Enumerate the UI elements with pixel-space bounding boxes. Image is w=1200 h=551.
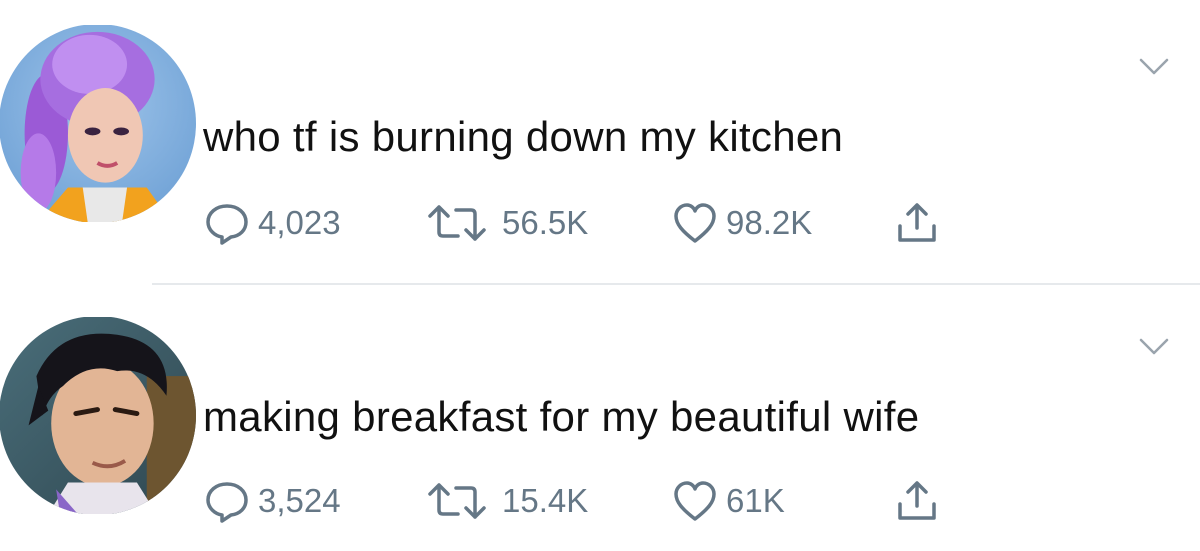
share-icon	[898, 203, 936, 242]
share-button[interactable]	[894, 476, 940, 526]
tweet: making breakfast for my beautiful wife 3…	[0, 276, 1200, 551]
heart-icon	[674, 203, 716, 243]
like-count: 98.2K	[726, 204, 813, 241]
dark-hair-avatar-image	[0, 317, 196, 514]
retweet-count: 15.4K	[502, 482, 589, 519]
tweet-text: who tf is burning down my kitchen	[203, 113, 844, 160]
avatar[interactable]	[0, 316, 196, 515]
retweet-icon	[428, 483, 486, 519]
like-button[interactable]: 61K	[672, 476, 785, 526]
like-button[interactable]: 98.2K	[672, 198, 812, 248]
share-button[interactable]	[894, 198, 940, 248]
tweet-text: making breakfast for my beautiful wife	[203, 393, 920, 440]
reply-button[interactable]: 4,023	[204, 198, 341, 248]
reply-icon	[206, 204, 248, 245]
reply-icon	[206, 482, 248, 523]
chevron-down-icon[interactable]	[1138, 336, 1170, 358]
chevron-down-icon[interactable]	[1138, 56, 1170, 78]
tweet: who tf is burning down my kitchen 4,023 …	[0, 0, 1200, 275]
reply-button[interactable]: 3,524	[204, 476, 341, 526]
reply-count: 3,524	[258, 482, 341, 519]
purple-hair-avatar-image	[0, 25, 196, 222]
retweet-button[interactable]: 15.4K	[426, 476, 588, 526]
heart-icon	[674, 481, 716, 521]
retweet-count: 56.5K	[502, 204, 589, 241]
share-icon	[898, 481, 936, 520]
retweet-icon	[428, 205, 486, 241]
tweet-actions: 3,524 15.4K 61K	[204, 476, 984, 526]
retweet-button[interactable]: 56.5K	[426, 198, 588, 248]
avatar[interactable]	[0, 24, 196, 223]
tweet-actions: 4,023 56.5K 98.2K	[204, 198, 984, 248]
like-count: 61K	[726, 482, 785, 519]
reply-count: 4,023	[258, 204, 341, 241]
